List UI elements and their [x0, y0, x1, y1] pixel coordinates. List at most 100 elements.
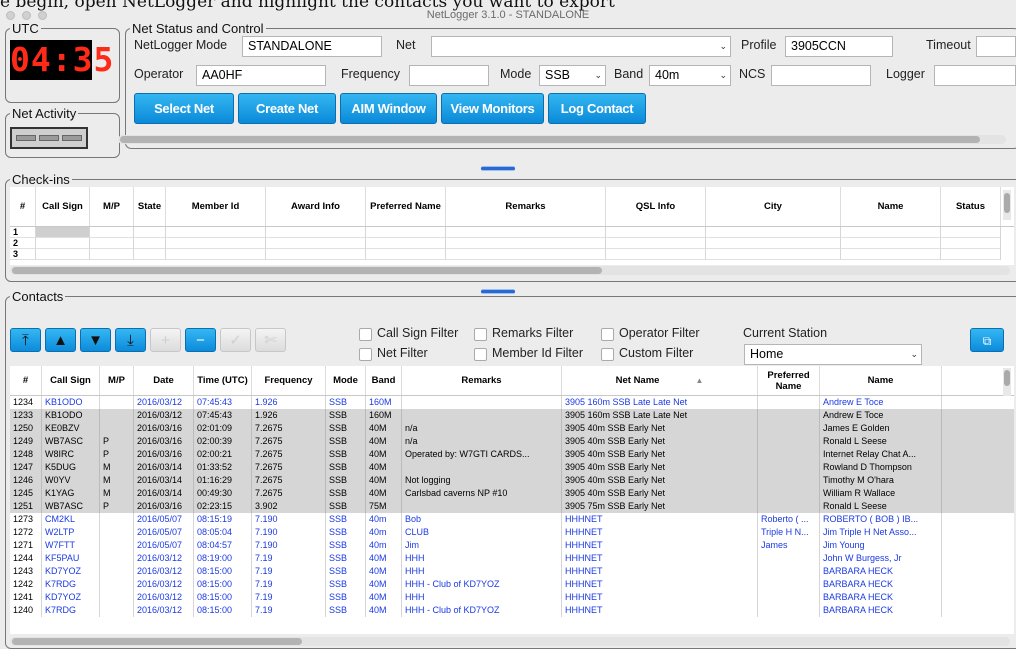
- checkin-cell[interactable]: [706, 238, 841, 249]
- checkin-cell[interactable]: [266, 238, 366, 249]
- contact-cell-date[interactable]: 2016/03/12: [134, 591, 194, 604]
- contact-cell-band[interactable]: 40M: [366, 422, 402, 435]
- contact-cell-num[interactable]: 1234: [10, 396, 42, 409]
- contact-cell-date[interactable]: 2016/03/12: [134, 565, 194, 578]
- contact-cell-time[interactable]: 07:45:43: [194, 409, 252, 422]
- contact-cell-net-name[interactable]: HHHNET: [562, 565, 758, 578]
- contact-cell-preferred-name[interactable]: [758, 578, 820, 591]
- contact-cell-call-sign[interactable]: K1YAG: [42, 487, 100, 500]
- checkin-cell[interactable]: [606, 238, 706, 249]
- contact-cell-date[interactable]: 2016/03/14: [134, 487, 194, 500]
- contact-cell-date[interactable]: 2016/03/12: [134, 409, 194, 422]
- contact-cell-mp[interactable]: [100, 513, 134, 526]
- contact-cell-frequency[interactable]: 1.926: [252, 396, 326, 409]
- checkin-cell[interactable]: [606, 227, 706, 238]
- checkins-col-qsl-info[interactable]: QSL Info: [606, 187, 706, 226]
- contact-cell-net-name[interactable]: 3905 40m SSB Early Net: [562, 448, 758, 461]
- contacts-col-mp[interactable]: M/P: [100, 366, 134, 395]
- custom-filter-checkbox[interactable]: [601, 348, 614, 361]
- contact-cell-name[interactable]: BARBARA HECK: [820, 565, 942, 578]
- splitter-handle-top[interactable]: [481, 166, 515, 171]
- aim-window-button[interactable]: AIM Window: [340, 93, 437, 124]
- contact-cell-num[interactable]: 1240: [10, 604, 42, 617]
- call-sign-filter-checkbox[interactable]: [359, 328, 372, 341]
- checkin-cell[interactable]: [134, 227, 166, 238]
- checkin-cell[interactable]: [266, 227, 366, 238]
- contact-row[interactable]: 1245 K1YAG M 2016/03/14 00:49:30 7.2675 SSB 40M…: [10, 487, 1014, 500]
- contact-cell-mode[interactable]: SSB: [326, 591, 366, 604]
- checkin-cell[interactable]: [706, 249, 841, 260]
- contact-cell-mp[interactable]: P: [100, 448, 134, 461]
- checkins-scrollbar[interactable]: [10, 266, 1010, 275]
- contact-cell-preferred-name[interactable]: [758, 422, 820, 435]
- contact-cell-net-name[interactable]: HHHNET: [562, 539, 758, 552]
- contact-row[interactable]: 1273 CM2KL 2016/05/07 08:15:19 7.190 SSB 40m Bo…: [10, 513, 1014, 526]
- contact-cell-preferred-name[interactable]: [758, 487, 820, 500]
- contacts-scrollbar[interactable]: [10, 637, 1010, 646]
- operator-filter-checkbox[interactable]: [601, 328, 614, 341]
- contact-cell-mp[interactable]: P: [100, 435, 134, 448]
- contact-cell-remarks[interactable]: [402, 461, 562, 474]
- contact-cell-mp[interactable]: [100, 539, 134, 552]
- contact-cell-num[interactable]: 1243: [10, 565, 42, 578]
- contact-cell-mode[interactable]: SSB: [326, 513, 366, 526]
- checkins-col-name[interactable]: Name: [841, 187, 941, 226]
- contact-cell-net-name[interactable]: HHHNET: [562, 591, 758, 604]
- checkin-cell[interactable]: [90, 249, 134, 260]
- checkins-table[interactable]: # Call Sign M/P State Member Id Award Info Pre…: [10, 187, 1014, 265]
- contact-cell-time[interactable]: 01:16:29: [194, 474, 252, 487]
- contact-cell-date[interactable]: 2016/03/12: [134, 396, 194, 409]
- checkins-col-member-id[interactable]: Member Id: [166, 187, 266, 226]
- move-to-top-icon[interactable]: ⤒: [10, 328, 41, 352]
- contact-row[interactable]: 1247 K5DUG M 2016/03/14 01:33:52 7.2675 SSB 40M…: [10, 461, 1014, 474]
- contact-cell-call-sign[interactable]: KF5PAU: [42, 552, 100, 565]
- contact-cell-num[interactable]: 1251: [10, 500, 42, 513]
- checkin-cell[interactable]: [36, 249, 90, 260]
- contact-cell-time[interactable]: 08:15:00: [194, 591, 252, 604]
- contacts-col-preferred-name[interactable]: Preferred Name: [758, 366, 820, 395]
- contact-cell-mp[interactable]: [100, 526, 134, 539]
- contact-cell-frequency[interactable]: 7.19: [252, 578, 326, 591]
- contact-cell-frequency[interactable]: 3.902: [252, 500, 326, 513]
- checkin-cell[interactable]: [366, 249, 446, 260]
- checkin-cell[interactable]: [36, 238, 90, 249]
- checkins-col-mp[interactable]: M/P: [90, 187, 134, 226]
- contact-cell-net-name[interactable]: HHHNET: [562, 604, 758, 617]
- contact-cell-num[interactable]: 1241: [10, 591, 42, 604]
- contact-cell-call-sign[interactable]: K7RDG: [42, 578, 100, 591]
- contact-cell-remarks[interactable]: HHH - Club of KD7YOZ: [402, 578, 562, 591]
- contact-cell-frequency[interactable]: 1.926: [252, 409, 326, 422]
- contact-cell-date[interactable]: 2016/03/12: [134, 552, 194, 565]
- contact-cell-frequency[interactable]: 7.2675: [252, 422, 326, 435]
- operator-field[interactable]: AA0HF: [196, 65, 326, 86]
- contact-cell-remarks[interactable]: HHH: [402, 591, 562, 604]
- contact-cell-num[interactable]: 1248: [10, 448, 42, 461]
- contact-cell-band[interactable]: 40M: [366, 565, 402, 578]
- contact-cell-date[interactable]: 2016/03/16: [134, 448, 194, 461]
- checkin-cell[interactable]: [941, 227, 1001, 238]
- contact-cell-name[interactable]: BARBARA HECK: [820, 578, 942, 591]
- contact-cell-net-name[interactable]: HHHNET: [562, 526, 758, 539]
- netlogger-mode-field[interactable]: STANDALONE: [242, 36, 382, 57]
- move-down-icon[interactable]: ▼: [80, 328, 111, 352]
- contact-cell-net-name[interactable]: 3905 160m SSB Late Late Net: [562, 396, 758, 409]
- checkin-cell[interactable]: [941, 238, 1001, 249]
- contact-cell-call-sign[interactable]: K7RDG: [42, 604, 100, 617]
- contact-cell-preferred-name[interactable]: [758, 448, 820, 461]
- contact-cell-frequency[interactable]: 7.190: [252, 513, 326, 526]
- contact-cell-remarks[interactable]: n/a: [402, 435, 562, 448]
- contact-cell-name[interactable]: John W Burgess, Jr: [820, 552, 942, 565]
- checkin-cell[interactable]: [606, 249, 706, 260]
- contact-cell-call-sign[interactable]: W7FTT: [42, 539, 100, 552]
- contact-cell-net-name[interactable]: 3905 75m SSB Early Net: [562, 500, 758, 513]
- contact-cell-mp[interactable]: M: [100, 487, 134, 500]
- contact-cell-remarks[interactable]: [402, 500, 562, 513]
- contact-cell-time[interactable]: 08:15:00: [194, 578, 252, 591]
- contact-cell-mode[interactable]: SSB: [326, 539, 366, 552]
- checkin-cell[interactable]: [266, 249, 366, 260]
- contact-cell-mp[interactable]: [100, 565, 134, 578]
- contact-cell-num[interactable]: 1273: [10, 513, 42, 526]
- contact-cell-net-name[interactable]: HHHNET: [562, 578, 758, 591]
- contact-cell-remarks[interactable]: Bob: [402, 513, 562, 526]
- check-icon[interactable]: ✓: [220, 328, 251, 352]
